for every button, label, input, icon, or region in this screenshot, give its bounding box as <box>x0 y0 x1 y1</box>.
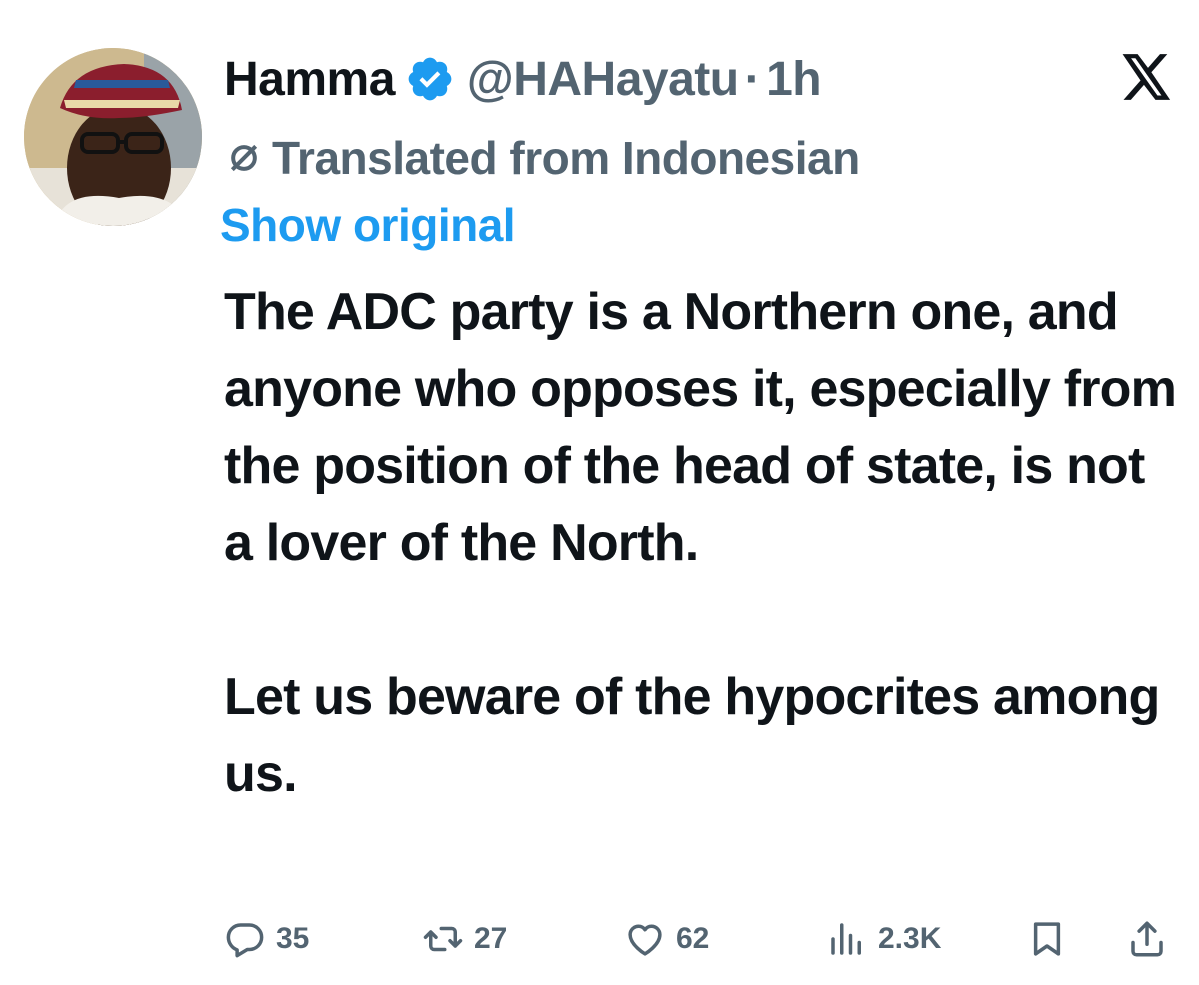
reply-icon <box>224 918 266 960</box>
translate-icon <box>224 138 264 178</box>
repost-button[interactable]: 27 <box>422 912 507 966</box>
avatar-photo <box>24 48 202 226</box>
share-button[interactable] <box>1126 912 1168 966</box>
author-handle[interactable]: @HAHayatu <box>467 52 739 107</box>
like-count: 62 <box>676 922 710 955</box>
translation-notice: Translated from Indonesian <box>224 128 860 188</box>
views-count: 2.3K <box>878 922 942 955</box>
tweet-paragraph: The ADC party is a Northern one, and any… <box>224 283 1177 572</box>
views-button[interactable]: 2.3K <box>826 912 941 966</box>
translated-label: Translated from Indonesian <box>272 132 860 184</box>
tweet-paragraph: Let us beware of the hypocrites among us… <box>224 668 1160 803</box>
action-bar: 35 27 62 2.3K <box>224 912 1174 966</box>
tweet-text: The ADC party is a Northern one, and any… <box>224 274 1184 813</box>
views-icon <box>826 918 868 960</box>
repost-count: 27 <box>474 922 508 955</box>
repost-icon <box>422 918 464 960</box>
show-original-link[interactable]: Show original <box>220 198 516 252</box>
bookmark-icon <box>1026 918 1068 960</box>
tweet-header: Hamma @HAHayatu · 1h <box>224 44 822 114</box>
reply-count: 35 <box>276 922 310 955</box>
x-logo-icon <box>1122 54 1172 100</box>
verified-badge-icon <box>405 54 455 104</box>
avatar[interactable] <box>24 48 202 226</box>
heart-icon <box>624 918 666 960</box>
like-button[interactable]: 62 <box>624 912 709 966</box>
header-separator: · <box>744 52 761 106</box>
share-icon <box>1126 918 1168 960</box>
bookmark-button[interactable] <box>1026 912 1068 966</box>
tweet-time[interactable]: 1h <box>766 52 822 107</box>
author-name[interactable]: Hamma <box>224 52 395 107</box>
reply-button[interactable]: 35 <box>224 912 309 966</box>
